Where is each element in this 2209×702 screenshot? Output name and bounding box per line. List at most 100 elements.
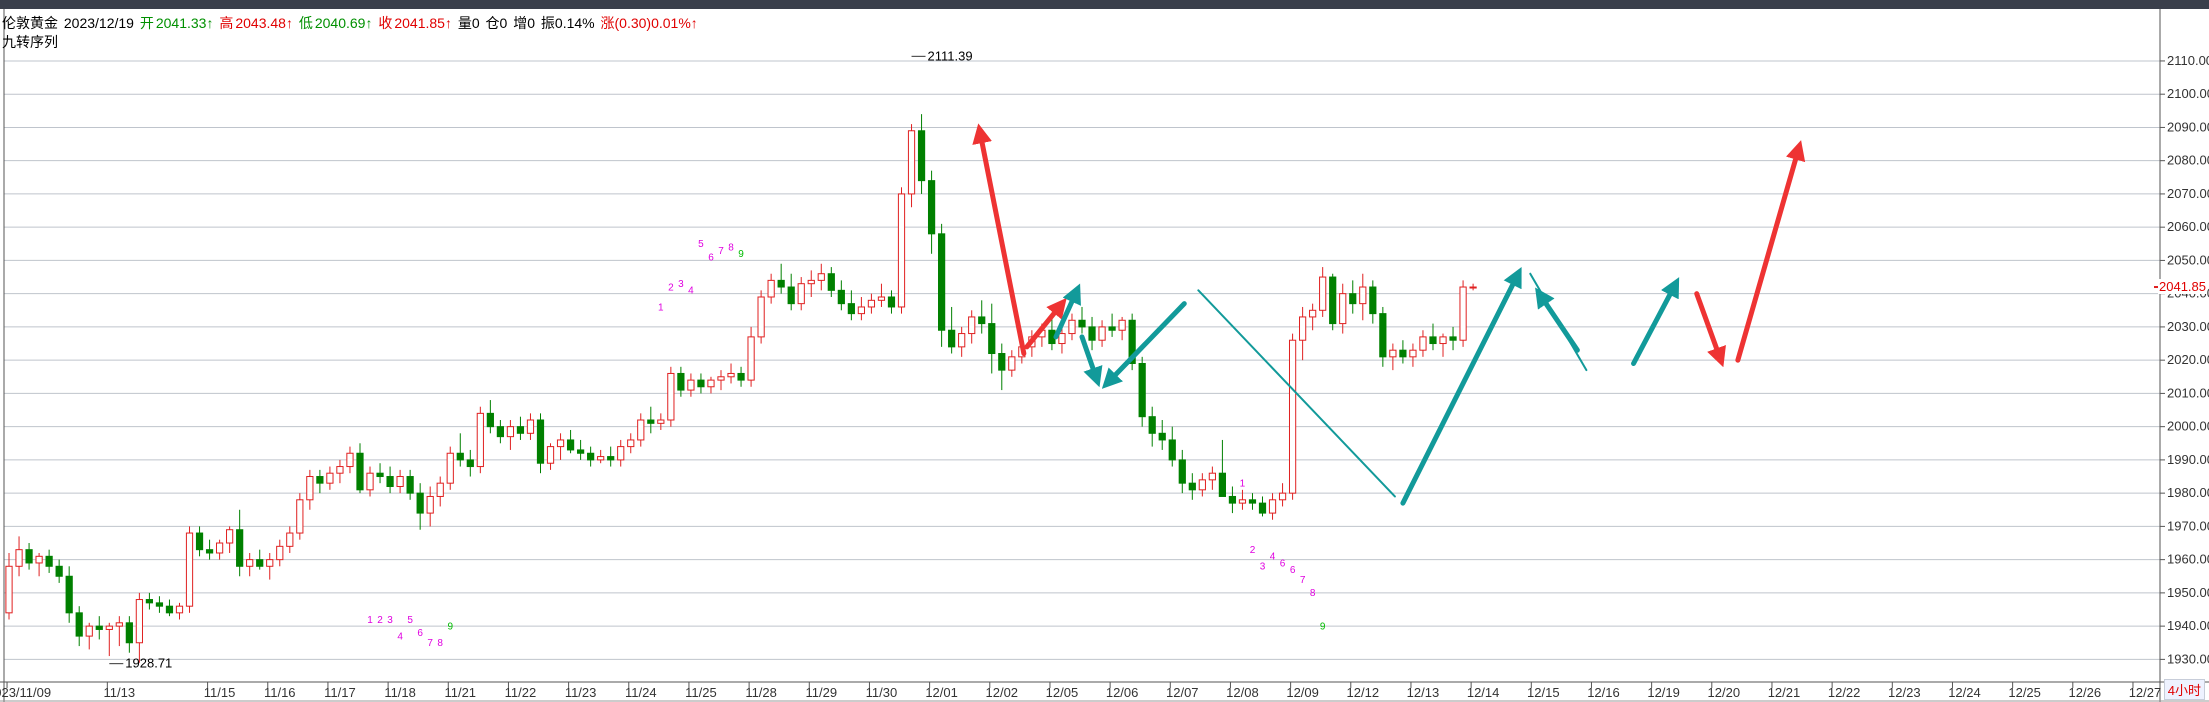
candle-body xyxy=(426,495,434,514)
candle-body xyxy=(907,130,916,195)
candle-body xyxy=(707,379,715,388)
candle-body xyxy=(948,329,956,348)
x-tick-label: 12/16 xyxy=(1587,685,1620,700)
y-tick-label: 2020.00 xyxy=(2167,352,2209,367)
x-tick-label: 12/21 xyxy=(1768,685,1801,700)
candle-body xyxy=(657,419,665,424)
candle-body xyxy=(717,376,725,381)
candle xyxy=(1138,356,1146,427)
candle-body xyxy=(837,289,845,305)
candle-body xyxy=(1359,286,1367,305)
candle-body xyxy=(276,545,284,561)
x-tick-label: 12/12 xyxy=(1347,685,1380,700)
open-label: 开 xyxy=(139,15,154,31)
candle-body xyxy=(406,476,414,494)
td-sequence-number: 2 xyxy=(377,615,383,626)
candle-body xyxy=(1058,333,1066,345)
candle-body xyxy=(546,446,555,464)
candle xyxy=(667,366,675,427)
td-sequence-number: 2 xyxy=(668,282,674,293)
candle-body xyxy=(566,439,575,451)
y-tick-label: 1950.00 xyxy=(2167,585,2209,600)
candle-body xyxy=(857,306,866,315)
candle-body xyxy=(637,419,645,441)
candle-body xyxy=(396,476,404,487)
extreme-price-label: 2111.39 xyxy=(928,48,973,63)
candle-body xyxy=(205,549,214,554)
x-tick-label: 12/02 xyxy=(986,685,1019,700)
candle-body xyxy=(938,233,946,331)
candle-body xyxy=(1258,502,1267,514)
candle-body xyxy=(506,426,515,438)
candle-body xyxy=(1429,336,1437,345)
candle-body xyxy=(35,555,43,564)
y-tick-label: 2080.00 xyxy=(2167,153,2209,168)
x-tick-label: 11/17 xyxy=(324,685,356,700)
candle-body xyxy=(777,279,785,288)
candle-body xyxy=(1078,319,1086,328)
candle-body xyxy=(376,472,384,478)
td-sequence-number: 1 xyxy=(658,302,664,313)
y-tick-label: 1980.00 xyxy=(2167,485,2209,500)
candle-body xyxy=(1319,276,1327,311)
candle-body xyxy=(185,532,194,607)
candle xyxy=(185,526,194,613)
candle-body xyxy=(256,559,264,567)
candle-body xyxy=(968,316,976,335)
candle-body xyxy=(998,353,1006,371)
x-tick-label: 11/18 xyxy=(384,685,416,700)
candle-body xyxy=(155,602,164,607)
candle-body xyxy=(1299,316,1307,341)
candlestick-chart[interactable]: 1930.00 1940.00 1950.00 1960.00 1970.00 1980.… xyxy=(0,9,2209,702)
x-tick-label: 2023/11/09 xyxy=(0,685,51,700)
x-tick-label: 11/21 xyxy=(444,685,476,700)
candle-body xyxy=(356,452,364,491)
y-tick-label: 1940.00 xyxy=(2167,618,2209,633)
candle xyxy=(476,406,484,474)
change-value: 涨(0.30)0.01%↑ xyxy=(600,15,698,31)
candle-body xyxy=(607,456,615,461)
y-tick-label: 2090.00 xyxy=(2167,119,2209,134)
candle-body xyxy=(1228,495,1237,504)
candle-body xyxy=(1268,499,1277,514)
y-tick-label: 1960.00 xyxy=(2167,552,2209,567)
candle-body xyxy=(1449,336,1457,341)
td-sequence-number: 9 xyxy=(738,249,744,260)
td-sequence-number: 3 xyxy=(678,279,684,290)
timeframe-button[interactable]: 4小时 xyxy=(2163,679,2205,700)
candle-body xyxy=(1459,286,1467,341)
candle-body xyxy=(627,439,635,448)
x-tick-label: 12/23 xyxy=(1888,685,1921,700)
candle-body xyxy=(236,529,244,567)
candle-body xyxy=(1339,293,1347,325)
candle-body xyxy=(526,419,535,434)
candle-body xyxy=(667,372,675,421)
td-sequence-number: 7 xyxy=(427,638,433,649)
candle-body xyxy=(787,286,795,305)
y-tick-label: 2010.00 xyxy=(2167,385,2209,400)
position-value: 仓0 xyxy=(485,15,508,31)
candle-body xyxy=(195,532,204,551)
y-tick-label: 2110.00 xyxy=(2167,53,2209,68)
candle-body xyxy=(1399,349,1407,358)
candle-body xyxy=(1168,439,1176,461)
candle-body xyxy=(226,529,234,544)
td-sequence-number: 8 xyxy=(437,638,443,649)
candle-body xyxy=(15,549,23,567)
x-tick-label: 11/13 xyxy=(104,685,136,700)
td-sequence-number: 1 xyxy=(367,615,373,626)
candle-body xyxy=(747,336,755,381)
close-label: 收 xyxy=(378,15,393,31)
candle-body xyxy=(486,412,494,428)
candle-body xyxy=(135,599,143,644)
candle-body xyxy=(246,559,254,567)
x-tick-label: 11/28 xyxy=(745,685,777,700)
candle-body xyxy=(897,193,906,308)
x-tick-label: 12/22 xyxy=(1828,685,1861,700)
last-price-label: 2041.85 xyxy=(2158,279,2207,295)
td-sequence-number: 6 xyxy=(708,252,714,263)
x-tick-label: 12/14 xyxy=(1467,685,1500,700)
candle-body xyxy=(165,605,174,614)
volume-value: 量0 xyxy=(457,15,480,31)
y-tick-label: 1930.00 xyxy=(2167,651,2209,666)
